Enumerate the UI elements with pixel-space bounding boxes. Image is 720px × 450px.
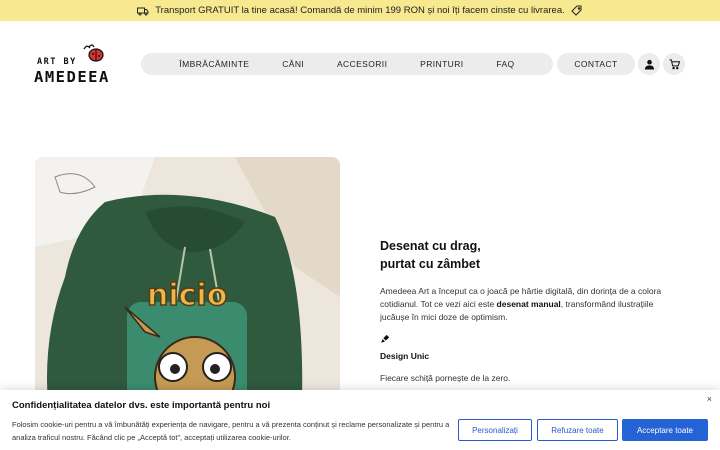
accept-all-button[interactable]: Acceptare toate: [622, 419, 708, 441]
nav-item-accesorii[interactable]: ACCESORII: [337, 59, 387, 69]
about-section: Desenat cu drag, purtat cu zâmbet Amedee…: [380, 237, 680, 383]
about-description: Amedeea Art a început ca o joacă pe hârt…: [380, 285, 680, 324]
logo[interactable]: ART BY AMEDEEA: [34, 43, 122, 87]
about-heading: Desenat cu drag, purtat cu zâmbet: [380, 237, 680, 273]
truck-icon: [137, 7, 149, 15]
heading-line-2: purtat cu zâmbet: [380, 257, 481, 271]
contact-button[interactable]: CONTACT: [557, 53, 635, 75]
bug-icon: [83, 44, 104, 62]
main-nav: ÎMBRĂCĂMINTE CĂNI ACCESORII PRINTURI FAQ: [141, 53, 553, 75]
logo-main-text: AMEDEEA: [34, 68, 110, 86]
cart-button[interactable]: [663, 53, 685, 75]
feature-text: Fiecare schiță pornește de la zero.: [380, 373, 511, 383]
hoodie-print-text: nicio: [147, 278, 227, 313]
cookie-text: Folosim cookie-uri pentru a vă îmbunătăț…: [12, 420, 450, 442]
nav-item-faq[interactable]: FAQ: [496, 59, 514, 69]
promo-bar: Transport GRATUIT la tine acasă! Comandă…: [0, 0, 720, 21]
close-icon[interactable]: ×: [707, 394, 712, 404]
tag-icon: [571, 5, 582, 16]
cookie-title: Confidențialitatea datelor dvs. este imp…: [12, 400, 271, 411]
customize-button[interactable]: Personalizați: [458, 419, 532, 441]
feature-title: Design Unic: [380, 351, 430, 361]
user-icon: [644, 59, 654, 70]
pen-icon: [381, 334, 390, 343]
reject-all-button[interactable]: Refuzare toate: [537, 419, 618, 441]
nav-item-cani[interactable]: CĂNI: [282, 59, 304, 69]
nav-item-printuri[interactable]: PRINTURI: [420, 59, 463, 69]
logo-top-text: ART BY: [37, 57, 77, 67]
account-button[interactable]: [638, 53, 660, 75]
nav-item-imbracaminte[interactable]: ÎMBRĂCĂMINTE: [179, 59, 249, 69]
desc-bold: desenat manual: [496, 299, 561, 309]
promo-text: Transport GRATUIT la tine acasă! Comandă…: [155, 5, 565, 16]
cookie-banner: Confidențialitatea datelor dvs. este imp…: [0, 390, 720, 450]
heading-line-1: Desenat cu drag,: [380, 239, 481, 253]
site-header: ART BY AMEDEEA ÎMBRĂCĂMINTE CĂNI ACCESOR…: [0, 21, 720, 107]
cart-icon: [668, 58, 680, 69]
